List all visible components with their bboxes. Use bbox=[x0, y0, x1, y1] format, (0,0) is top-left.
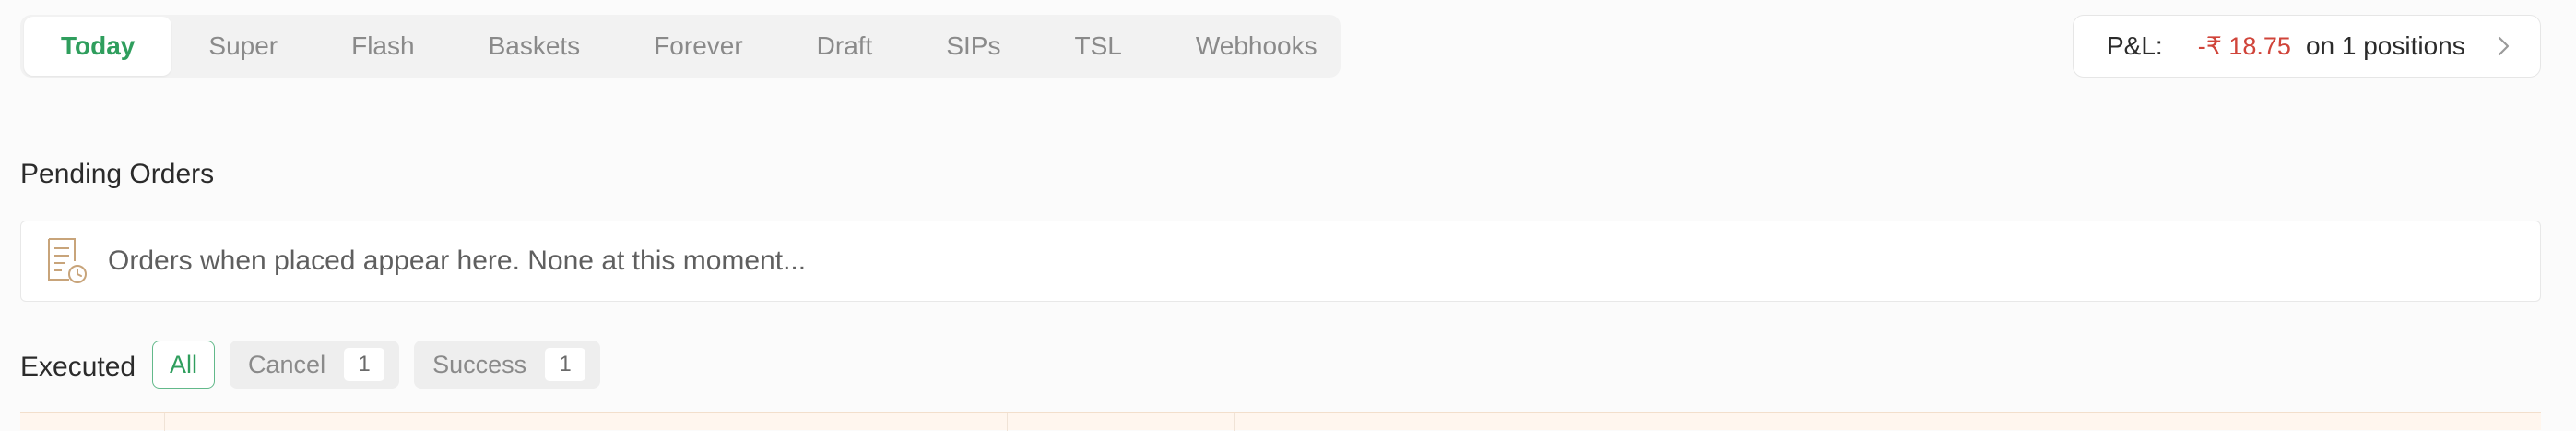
pnl-positions-text: on 1 positions bbox=[2305, 31, 2465, 60]
tab-tsl[interactable]: TSL bbox=[1037, 17, 1158, 76]
column-divider bbox=[1007, 413, 1008, 431]
order-type-tabs: Today Super Flash Baskets Forever Draft … bbox=[20, 15, 1341, 78]
pnl-summary-button[interactable]: P&L: -₹ 18.75 on 1 positions bbox=[2073, 15, 2541, 78]
pnl-value: -₹ 18.75 bbox=[2197, 31, 2291, 60]
tab-webhooks[interactable]: Webhooks bbox=[1159, 17, 1354, 76]
pending-orders-empty-message: Orders when placed appear here. None at … bbox=[108, 245, 807, 276]
filter-success-chip[interactable]: Success 1 bbox=[414, 341, 601, 389]
executed-filters: All Cancel 1 Success 1 bbox=[152, 341, 615, 389]
tab-forever[interactable]: Forever bbox=[617, 17, 779, 76]
tab-sips[interactable]: SIPs bbox=[909, 17, 1037, 76]
filter-cancel-label: Cancel bbox=[248, 350, 326, 378]
filter-cancel-count: 1 bbox=[344, 348, 385, 381]
column-divider bbox=[1234, 413, 1235, 431]
filter-success-label: Success bbox=[432, 350, 527, 378]
pnl-label: P&L: bbox=[2107, 31, 2163, 60]
filter-all-chip[interactable]: All bbox=[152, 341, 216, 389]
chevron-right-icon bbox=[2498, 36, 2510, 56]
filter-cancel-chip[interactable]: Cancel 1 bbox=[230, 341, 400, 389]
order-receipt-clock-icon bbox=[48, 238, 87, 283]
tab-flash[interactable]: Flash bbox=[314, 17, 451, 76]
tab-draft[interactable]: Draft bbox=[780, 17, 910, 76]
tab-today[interactable]: Today bbox=[24, 17, 172, 76]
executed-table-header bbox=[20, 412, 2541, 431]
tab-baskets[interactable]: Baskets bbox=[452, 17, 618, 76]
executed-title: Executed bbox=[20, 352, 136, 382]
filter-all-label: All bbox=[170, 350, 198, 378]
pending-orders-empty-state: Orders when placed appear here. None at … bbox=[20, 221, 2541, 302]
tab-super[interactable]: Super bbox=[171, 17, 314, 76]
filter-success-count: 1 bbox=[545, 348, 586, 381]
pending-orders-title: Pending Orders bbox=[20, 159, 215, 189]
column-divider bbox=[164, 413, 165, 431]
